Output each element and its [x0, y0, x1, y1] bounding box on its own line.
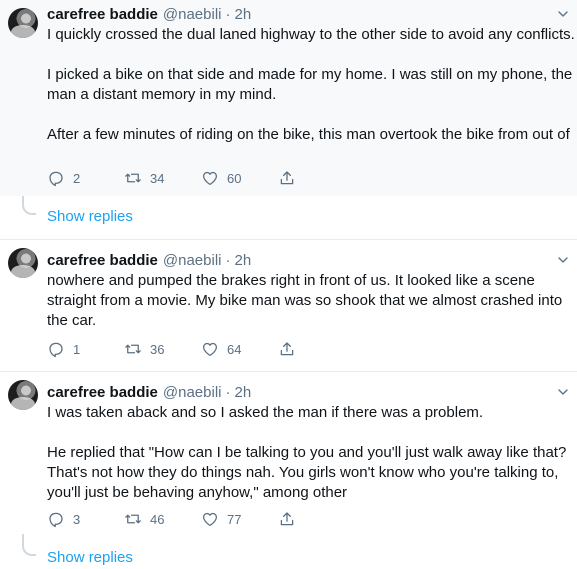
reply-icon	[49, 342, 63, 358]
like-button[interactable]: 77	[201, 510, 278, 528]
reply-icon	[49, 171, 63, 187]
reply-button[interactable]: 3	[47, 510, 124, 528]
tweet-header: carefree baddie @naebili · 2h	[47, 250, 251, 270]
tweet-header: carefree baddie @naebili · 2h	[47, 4, 251, 24]
caret-down-icon[interactable]	[555, 384, 571, 400]
reply-count: 3	[73, 511, 81, 527]
user-handle[interactable]: @naebili	[163, 384, 222, 401]
reply-icon	[49, 512, 63, 528]
share-button[interactable]	[278, 510, 308, 528]
action-bar: 3 46 77	[47, 507, 308, 531]
timestamp[interactable]: 2h	[234, 384, 251, 401]
dot-separator: ·	[225, 251, 231, 269]
tweet[interactable]: carefree baddie @naebili · 2h I was take…	[0, 372, 577, 534]
like-icon	[202, 342, 218, 357]
user-handle[interactable]: @naebili	[163, 6, 222, 23]
display-name[interactable]: carefree baddie	[47, 6, 158, 23]
retweet-icon	[125, 514, 141, 524]
like-count: 60	[227, 170, 242, 186]
reply-count: 2	[73, 170, 81, 186]
reply-count: 1	[73, 341, 81, 357]
action-bar: 2 34 60	[47, 166, 308, 190]
timestamp[interactable]: 2h	[234, 252, 251, 269]
share-button[interactable]	[278, 340, 308, 358]
thread-line	[22, 196, 24, 203]
display-name[interactable]: carefree baddie	[47, 384, 158, 401]
tweet-paragraph: nowhere and pumped the brakes right in f…	[47, 272, 563, 329]
share-icon	[280, 342, 294, 356]
caret-down-icon[interactable]	[555, 6, 571, 22]
show-replies-link[interactable]: Show replies	[47, 549, 133, 566]
tweet-paragraph: I was taken aback and so I asked the man…	[47, 404, 484, 421]
retweet-icon	[125, 344, 141, 354]
dot-separator: ·	[225, 5, 231, 23]
tweet-paragraph: I picked a bike on that side and made fo…	[47, 66, 573, 103]
retweet-button[interactable]: 46	[124, 510, 201, 528]
retweet-icon	[125, 173, 141, 183]
tweet-text: I was taken aback and so I asked the man…	[47, 403, 575, 503]
tweet-paragraph: After a few minutes of riding on the bik…	[47, 126, 570, 143]
reply-button[interactable]: 1	[47, 340, 124, 358]
tweet[interactable]: carefree baddie @naebili · 2h I quickly …	[0, 0, 577, 196]
retweet-count: 36	[150, 341, 165, 357]
tweet-header: carefree baddie @naebili · 2h	[47, 382, 251, 402]
show-replies-link[interactable]: Show replies	[47, 208, 133, 225]
reply-button[interactable]: 2	[47, 169, 124, 187]
like-icon	[202, 171, 218, 186]
action-bar: 1 36 64	[47, 337, 308, 361]
retweet-button[interactable]: 34	[124, 169, 201, 187]
caret-down-icon[interactable]	[555, 252, 571, 268]
tweet-text: I quickly crossed the dual laned highway…	[47, 25, 575, 145]
thread-line	[22, 534, 24, 544]
retweet-button[interactable]: 36	[124, 340, 201, 358]
avatar[interactable]	[8, 380, 38, 410]
tweet-paragraph: He replied that "How can I be talking to…	[47, 444, 567, 501]
user-handle[interactable]: @naebili	[163, 252, 222, 269]
tweet[interactable]: carefree baddie @naebili · 2h nowhere an…	[0, 240, 577, 362]
tweet-text: nowhere and pumped the brakes right in f…	[47, 271, 575, 331]
share-icon	[280, 171, 294, 185]
retweet-count: 34	[150, 170, 165, 186]
dot-separator: ·	[225, 383, 231, 401]
avatar[interactable]	[8, 248, 38, 278]
like-count: 77	[227, 511, 242, 527]
display-name[interactable]: carefree baddie	[47, 252, 158, 269]
thread-connector	[22, 544, 36, 556]
avatar[interactable]	[8, 8, 38, 38]
tweet-paragraph: I quickly crossed the dual laned highway…	[47, 26, 575, 43]
share-icon	[280, 512, 294, 526]
like-button[interactable]: 60	[201, 169, 278, 187]
like-icon	[202, 512, 218, 527]
like-button[interactable]: 64	[201, 340, 278, 358]
retweet-count: 46	[150, 511, 165, 527]
timestamp[interactable]: 2h	[234, 6, 251, 23]
share-button[interactable]	[278, 169, 308, 187]
like-count: 64	[227, 341, 242, 357]
thread-connector	[22, 203, 36, 215]
